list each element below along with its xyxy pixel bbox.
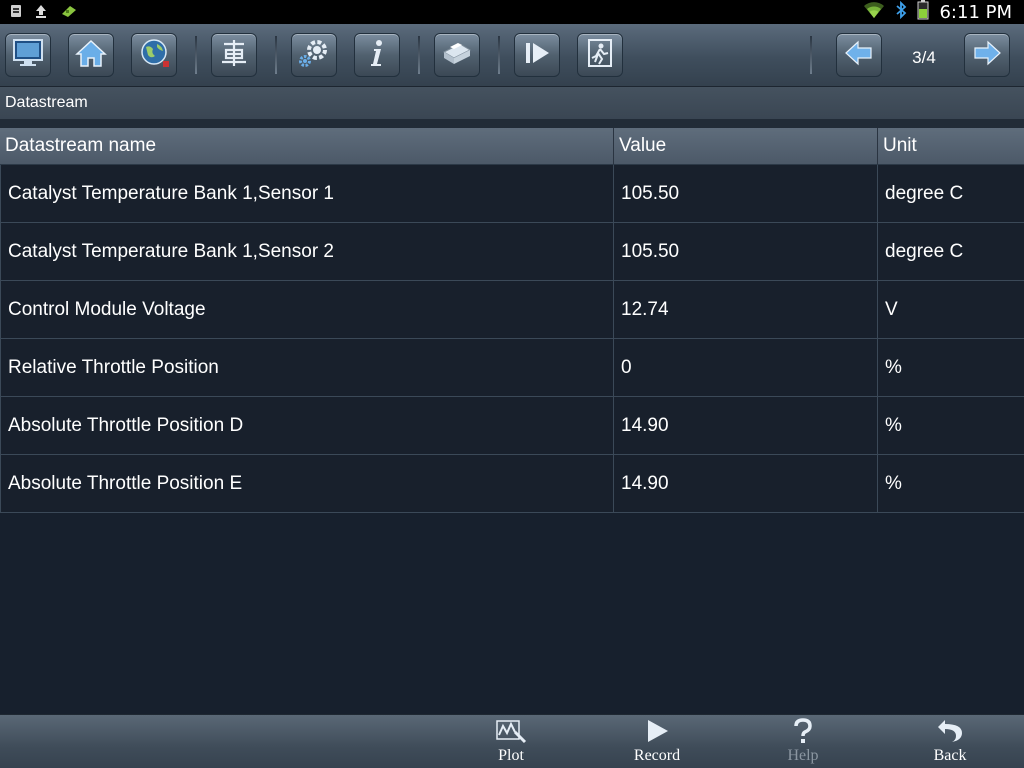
upload-icon [34,3,48,22]
globe-icon [137,37,171,73]
table-row[interactable]: Catalyst Temperature Bank 1,Sensor 1 105… [0,165,1024,223]
record-play-icon [644,717,670,745]
arrow-left-icon [844,40,874,70]
table-row[interactable]: Control Module Voltage 12.74 V [0,281,1024,339]
bottom-action-bar: Plot Record Help Back [0,714,1024,768]
help-question-icon [792,717,814,745]
home-icon [75,38,107,72]
status-right-icons: 6:11 PM [863,0,1024,24]
datastream-unit-cell: % [878,455,1024,512]
app-root: 6:11 PM 3/4 Datastream Datastream name V… [0,0,1024,768]
toolbar-separator [810,36,812,74]
play-next-icon [521,38,553,72]
plot-icon [495,717,527,745]
vehicle-button[interactable] [211,33,257,77]
vehicle-icon [218,38,250,72]
print-icon [440,38,474,72]
datastream-value-cell: 105.50 [614,165,878,222]
record-button[interactable]: Record [617,717,697,767]
toolbar-separator [275,36,277,74]
home-button[interactable] [68,33,114,77]
table-row[interactable]: Relative Throttle Position 0 % [0,339,1024,397]
column-header-name[interactable]: Datastream name [0,128,614,164]
datastream-value-cell: 12.74 [614,281,878,338]
toolbar-separator [498,36,500,74]
table-row[interactable]: Absolute Throttle Position E 14.90 % [0,455,1024,513]
datastream-name-cell: Control Module Voltage [0,281,614,338]
datastream-name-cell: Absolute Throttle Position E [0,455,614,512]
exit-icon [585,38,615,72]
previous-page-button[interactable] [836,33,882,77]
status-left-icons [0,3,78,22]
help-label: Help [787,747,819,764]
toolbar-separator [195,36,197,74]
plot-button[interactable]: Plot [471,717,551,767]
status-bar: 6:11 PM [0,0,1024,24]
table-row[interactable]: Absolute Throttle Position D 14.90 % [0,397,1024,455]
table-row[interactable]: Catalyst Temperature Bank 1,Sensor 2 105… [0,223,1024,281]
settings-button[interactable] [291,33,337,77]
back-button[interactable]: Back [910,717,990,767]
globe-button[interactable] [131,33,177,77]
datastream-unit-cell: degree C [878,165,1024,222]
info-icon [362,38,392,72]
table-header: Datastream name Value Unit [0,128,1024,164]
status-time: 6:11 PM [939,1,1012,23]
plot-label: Plot [498,747,524,764]
battery-icon [917,0,929,24]
table-body: Catalyst Temperature Bank 1,Sensor 1 105… [0,164,1024,513]
back-arrow-icon [936,717,964,745]
section-divider [0,119,1024,128]
datastream-value-cell: 14.90 [614,455,878,512]
info-button[interactable] [354,33,400,77]
datastream-unit-cell: % [878,397,1024,454]
datastream-name-cell: Absolute Throttle Position D [0,397,614,454]
datastream-name-cell: Catalyst Temperature Bank 1,Sensor 2 [0,223,614,280]
display-icon [12,38,44,72]
page-indicator: 3/4 [912,48,936,67]
datastream-value-cell: 14.90 [614,397,878,454]
datastream-name-cell: Relative Throttle Position [0,339,614,396]
record-label: Record [633,747,681,764]
display-button[interactable] [5,33,51,77]
datastream-unit-cell: % [878,339,1024,396]
arrow-right-icon [972,40,1002,70]
usb-debug-icon [60,3,78,22]
toolbar-separator [418,36,420,74]
datastream-table: Datastream name Value Unit Catalyst Temp… [0,128,1024,513]
datastream-unit-cell: degree C [878,223,1024,280]
datastream-value-cell: 105.50 [614,223,878,280]
sim-card-icon [10,3,22,22]
datastream-name-cell: Catalyst Temperature Bank 1,Sensor 1 [0,165,614,222]
help-button[interactable]: Help [763,717,843,767]
next-page-button[interactable] [964,33,1010,77]
datastream-unit-cell: V [878,281,1024,338]
column-header-value[interactable]: Value [614,128,878,164]
print-button[interactable] [434,33,480,77]
column-header-unit[interactable]: Unit [878,128,1024,164]
play-next-button[interactable] [514,33,560,77]
wifi-icon [863,1,885,23]
section-title: Datastream [5,94,88,111]
exit-button[interactable] [577,33,623,77]
main-toolbar: 3/4 [0,24,1024,87]
settings-gear-icon [297,37,331,73]
section-header: Datastream [0,87,1024,119]
datastream-value-cell: 0 [614,339,878,396]
back-label: Back [933,747,967,764]
bluetooth-icon [895,0,907,23]
